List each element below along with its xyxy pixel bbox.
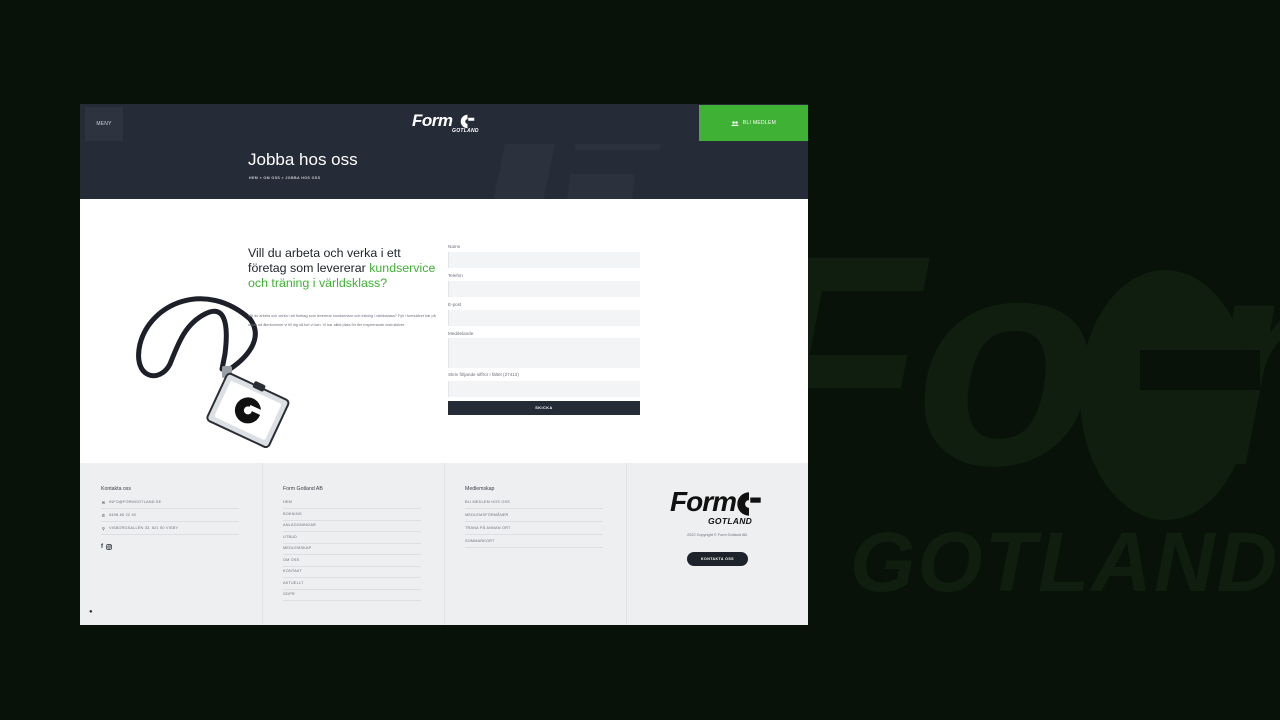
header-logo[interactable]: Form GOTLAND [412,111,479,136]
footer-logo-wordmark: Form [670,486,737,517]
footer-divider [626,463,627,625]
become-member-button[interactable]: BLI MEDLEM [699,105,808,141]
footer-membership-heading: Medlemskap [465,486,495,492]
mail-icon: ✉ [101,499,106,505]
submit-button[interactable]: SKICKA [448,401,640,415]
phone-label: Telefon [448,273,463,278]
social-links: f [101,544,112,550]
footer-link-trana-pa-annan-ort[interactable]: TRÄNA PÅ ANNAN ORT [465,522,603,535]
footer-link-medlemsformaner[interactable]: MEDLEMSFÖRMÅNER [465,509,603,522]
page-footer: Kontakta oss ✉ INFO@FORMGOTLAND.SE ✆ 049… [80,463,808,625]
become-member-label: BLI MEDLEM [742,120,777,126]
copyright-text: 2022 Copyright © Form Gotland AB [687,533,747,537]
background-logo-sub: GOTLAND [850,515,1280,609]
header-logo-watermark [493,144,660,199]
footer-divider [444,463,445,625]
footer-address[interactable]: ⚲ VISBORGSALLÉN 33, 621 50 VISBY [101,522,239,535]
web-page: MENY Form GOTLAND BLI MEDLEM Jobba hos o… [80,104,808,625]
background-logo-symbol [1080,270,1260,520]
phone-input[interactable] [448,281,640,297]
footer-divider [262,463,263,625]
contact-us-button[interactable]: KONTAKTA OSS [687,552,748,566]
facebook-icon[interactable]: f [101,544,103,550]
message-label: Meddelande [448,331,474,336]
logo-subtitle: GOTLAND [452,128,479,134]
lanyard-badge-image [136,296,290,449]
footer-contact-heading: Kontakta oss [101,486,131,492]
footer-link-gdpr[interactable]: GDPR [283,588,421,601]
instagram-icon[interactable] [106,544,112,550]
footer-phone-text: 0498-65 22 40 [109,513,137,517]
email-input[interactable] [448,310,640,326]
job-application-section: Vill du arbeta och verka i ett företag s… [80,199,808,463]
page-title: Jobba hos oss [248,150,358,169]
email-label: E-post [448,302,462,307]
intro-text: Vill du arbeta och verka i ett företag s… [248,314,436,327]
footer-phone[interactable]: ✆ 0498-65 22 40 [101,509,239,522]
logo-wordmark: Form [412,111,453,130]
logo-symbol-icon [460,114,475,129]
menu-button[interactable]: MENY [85,107,123,141]
captcha-label: Skriv följande siffror i fältet (27413) [448,372,519,377]
footer-company-heading: Form Gotland AB [283,486,323,492]
footer-email[interactable]: ✉ INFO@FORMGOTLAND.SE [101,496,239,509]
footer-logo-subtitle: GOTLAND [708,516,753,526]
footer-address-text: VISBORGSALLÉN 33, 621 50 VISBY [109,526,179,530]
footer-link-sommarkort[interactable]: SOMMARKORT [465,535,603,548]
footer-logo[interactable]: Form GOTLAND [670,487,770,527]
users-icon [730,120,739,126]
captcha-input[interactable] [448,381,640,397]
cookie-settings-icon[interactable]: ● [89,609,93,615]
section-headline: Vill du arbeta och verka i ett företag s… [248,246,438,291]
footer-link-bli-medlem[interactable]: BLI MEDLEM HOS OSS [465,496,603,509]
name-label: Namn [448,244,461,249]
breadcrumb[interactable]: HEM » OM OSS » JOBBA HOS OSS [249,176,320,180]
location-pin-icon: ⚲ [101,525,106,531]
footer-logo-symbol-icon [737,492,761,516]
message-textarea[interactable] [448,338,640,368]
phone-icon: ✆ [101,512,106,518]
footer-email-text: INFO@FORMGOTLAND.SE [109,500,162,504]
page-header: MENY Form GOTLAND BLI MEDLEM Jobba hos o… [80,104,808,199]
name-input[interactable] [448,252,640,268]
